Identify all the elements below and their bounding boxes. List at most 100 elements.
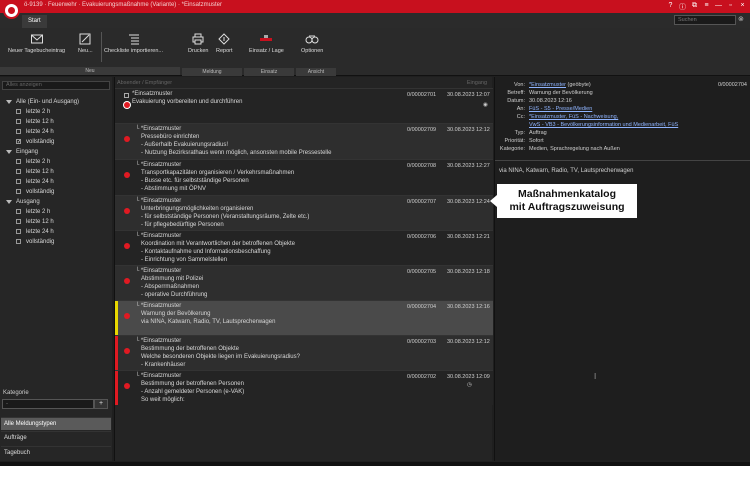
ribbon-group-meldung: Drucken Report Meldung — [182, 28, 242, 76]
tree-group[interactable]: Alle (Ein- und Ausgang) — [2, 97, 110, 107]
checkbox-icon[interactable] — [16, 119, 21, 124]
detail-link[interactable]: *Einsatzmuster — [529, 82, 566, 88]
checkbox-icon[interactable] — [16, 179, 21, 184]
checkbox-icon[interactable] — [16, 159, 21, 164]
options-button[interactable]: Optionen — [301, 33, 323, 54]
message-row[interactable]: └ *Einsatzmuster Bestimmung der betroffen… — [115, 335, 493, 370]
tree-filter-item[interactable]: letzte 24 h — [2, 227, 110, 237]
message-text-line: - Busse etc. für selbstständige Personen — [141, 178, 249, 184]
detail-row: Betreff: Warnung der Bevölkerung — [495, 89, 750, 97]
checkbox-icon[interactable] — [16, 229, 21, 234]
detail-link[interactable]: *Einsatzmuster, FüS - Nachweisung, — [529, 114, 618, 120]
message-text-line: - operative Durchführung — [141, 292, 208, 298]
message-text-line: So weit möglich: — [141, 397, 185, 403]
tree-filter-item[interactable]: letzte 2 h — [2, 157, 110, 167]
checkbox-checked-icon[interactable]: ✓ — [16, 139, 21, 145]
tree-filter-item[interactable]: vollständig — [2, 187, 110, 197]
checkbox-icon[interactable] — [16, 219, 21, 224]
tree-filter-item[interactable]: letzte 12 h — [2, 117, 110, 127]
detail-value-wrap: FüS - S5 - Presse/Medien — [529, 105, 592, 113]
priority-dot-icon — [124, 172, 130, 178]
info-icon[interactable]: ⓘ — [679, 2, 686, 12]
message-row[interactable]: └ *Einsatzmuster Abstimmung mit Polizei - … — [115, 265, 493, 300]
tree-group[interactable]: Ausgang — [2, 197, 110, 207]
tab-start[interactable]: Start — [22, 15, 47, 28]
filter-input[interactable]: Alles anzeigen — [2, 81, 110, 90]
options-icon — [305, 35, 319, 44]
tree-filter-item[interactable]: ✓ vollständig — [2, 137, 110, 147]
tree-filter-item[interactable]: letzte 24 h — [2, 177, 110, 187]
tree-group[interactable]: Eingang — [2, 147, 110, 157]
nav-auftraege[interactable]: Aufträge — [1, 431, 111, 444]
checkbox-icon[interactable] — [16, 209, 21, 214]
message-text-line: - Außerhalb Evakuierungsradius! — [141, 142, 229, 148]
app-window: ö-9139 · Feuerwehr · Evakuierungsmaßnahm… — [0, 0, 750, 466]
message-row[interactable]: └ *Einsatzmuster Bestimmung der betroffen… — [115, 370, 493, 405]
tree-filter-item[interactable]: letzte 2 h — [2, 107, 110, 117]
tree-filter-item[interactable]: letzte 2 h — [2, 207, 110, 217]
print-button[interactable]: Drucken — [188, 33, 208, 54]
report-button[interactable]: Report — [216, 33, 233, 54]
new-diary-entry-button[interactable]: Neuer Tagebucheintrag — [8, 33, 65, 54]
tree-item-label: letzte 24 h — [26, 129, 54, 135]
minimize-button[interactable]: — — [715, 2, 722, 12]
search-clear-icon[interactable]: ⊗ — [738, 15, 744, 23]
message-text-line: - Absperrmaßnahmen — [141, 284, 200, 290]
left-filter-panel: Alles anzeigen Alle (Ein- und Ausgang) le… — [0, 77, 112, 461]
nav-tagebuch[interactable]: Tagebuch — [1, 446, 111, 459]
filter-tree: Alle (Ein- und Ausgang) letzte 2 h letzte … — [2, 97, 110, 247]
message-text-line: - Nutzung Bezirksrathaus wenn möglich, a… — [141, 150, 332, 156]
expand-toggle-icon[interactable] — [124, 93, 129, 98]
message-sender-name: *Einsatzmuster — [140, 303, 182, 309]
detail-link[interactable]: FüS - S5 - Presse/Medien — [529, 106, 592, 112]
message-row[interactable]: └ *Einsatzmuster Unterbringungsmöglichkei… — [115, 195, 493, 230]
kategorie-select[interactable]: - — [2, 399, 94, 409]
checkbox-icon[interactable] — [16, 129, 21, 134]
tree-item-label: letzte 12 h — [26, 119, 54, 125]
checkbox-icon[interactable] — [16, 239, 21, 244]
message-list-panel: Absender / Empfänger Eingang *Einsatzmus… — [114, 77, 493, 461]
checkbox-icon[interactable] — [16, 189, 21, 194]
detail-row: Priorität: Sofort — [495, 137, 750, 145]
search-input[interactable]: Suchen — [674, 15, 736, 25]
tree-filter-item[interactable]: letzte 12 h — [2, 167, 110, 177]
column-incoming[interactable]: Eingang — [467, 80, 487, 86]
tree-filter-item[interactable]: vollständig — [2, 237, 110, 247]
maximize-button[interactable]: ▫ — [727, 2, 734, 12]
detail-row: An: FüS - S5 - Presse/Medien — [495, 105, 750, 113]
tree-filter-item[interactable]: letzte 12 h — [2, 217, 110, 227]
help-icon[interactable]: ? — [667, 2, 674, 12]
window-title: ö-9139 · Feuerwehr · Evakuierungsmaßnahm… — [24, 2, 222, 8]
tree-item-label: vollständig — [26, 239, 55, 245]
message-sender: └ *Einsatzmuster — [135, 126, 181, 132]
kategorie-add-button[interactable]: + — [94, 399, 108, 409]
detail-value-wrap: Warnung der Bevölkerung — [529, 89, 593, 97]
message-row[interactable]: └ *Einsatzmuster Warnung der Bevölkerung v… — [115, 300, 493, 335]
report-label: Report — [216, 48, 233, 54]
detail-link[interactable]: VwS - VB3 - Bevölkerungsinformation und … — [529, 122, 678, 128]
tree-item-label: vollständig — [26, 189, 55, 195]
menu-icon[interactable]: ≡ — [703, 2, 710, 12]
checkbox-icon[interactable] — [16, 169, 21, 174]
message-row[interactable]: └ *Einsatzmuster Transportkapazitäten org… — [115, 159, 493, 195]
new-button[interactable]: Neu... — [78, 33, 93, 54]
detail-header-table: Von: *Einsatzmuster (geöbyte) 0/00002704 Be… — [495, 81, 750, 153]
detail-body-text: via NINA, Katwarn, Radio, TV, Lautsprech… — [499, 168, 634, 174]
nav-all-message-types[interactable]: Alle Meldungstypen — [1, 417, 111, 430]
message-row[interactable]: └ *Einsatzmuster Pressebüro einrichten - A… — [115, 123, 493, 159]
message-row[interactable]: └ *Einsatzmuster Koordination mit Verantw… — [115, 230, 493, 265]
restore-icon[interactable]: ⧉ — [691, 2, 698, 12]
status-stripe — [115, 371, 118, 405]
message-date: 30.08.2023 12:12 — [447, 339, 490, 345]
message-sender: └ *Einsatzmuster — [135, 303, 181, 309]
detail-separator — [495, 160, 750, 161]
message-date: 30.08.2023 12:07 — [447, 92, 490, 98]
message-sender: *Einsatzmuster — [132, 91, 172, 97]
import-checklist-button[interactable]: Checkliste importieren... — [104, 33, 163, 54]
checkbox-icon[interactable] — [16, 109, 21, 114]
message-row[interactable]: *Einsatzmuster Evakuierung vorbereiten un… — [115, 88, 493, 123]
column-sender-recipient[interactable]: Absender / Empfänger — [117, 80, 172, 86]
einsatz-lage-button[interactable]: Einsatz / Lage — [249, 33, 284, 54]
close-button[interactable]: × — [739, 2, 746, 12]
tree-filter-item[interactable]: letzte 24 h — [2, 127, 110, 137]
